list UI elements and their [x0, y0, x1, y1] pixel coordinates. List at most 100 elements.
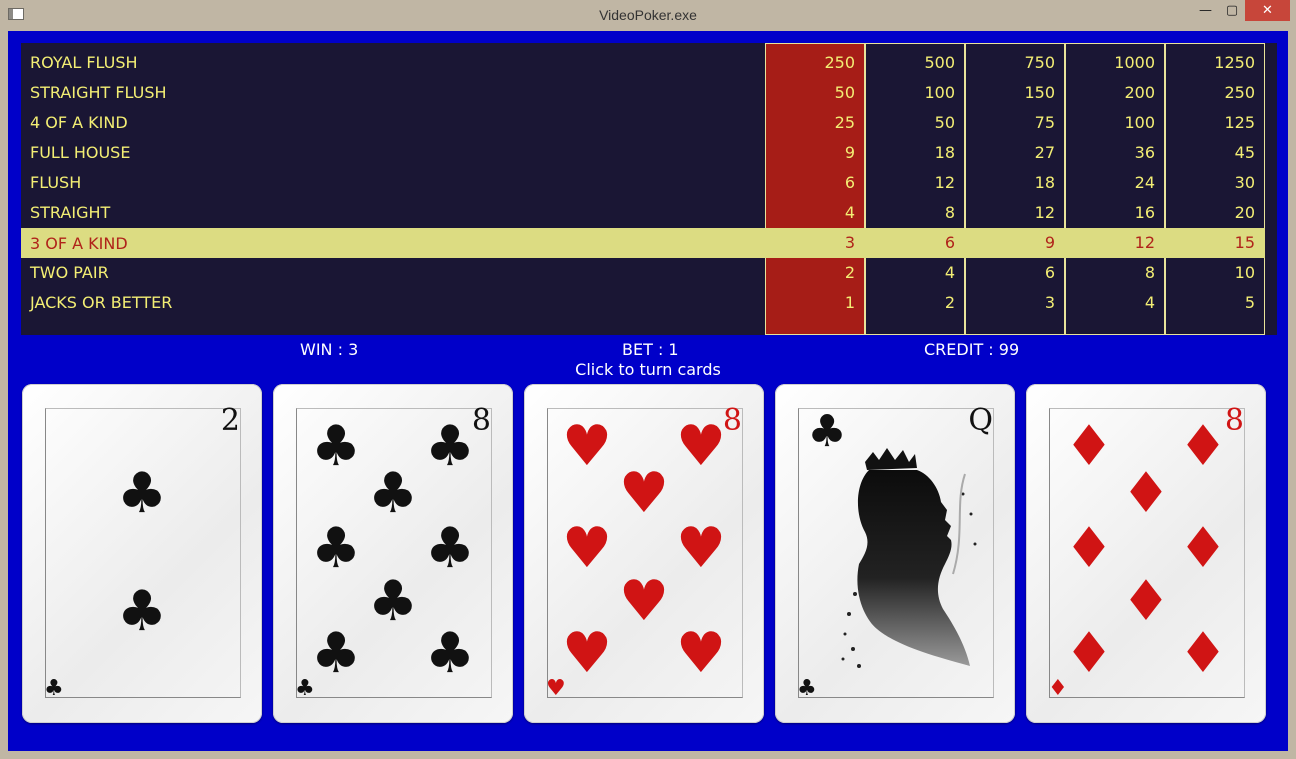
payout-value: 4 [844, 203, 855, 222]
clubs-icon: ♣ [116, 461, 168, 526]
payout-value: 6 [844, 173, 855, 192]
payout-value: 9 [844, 143, 855, 162]
paytable-row: ROYAL FLUSH [21, 47, 1265, 77]
payout-value: 30 [1234, 173, 1255, 192]
diamonds-icon: ♦ [1120, 461, 1172, 526]
hearts-icon: ♥ [675, 516, 727, 581]
payout-value: 9 [1044, 233, 1055, 252]
card-5[interactable]: 8 ♦ ♦ ♦ ♦ ♦ ♦ ♦ ♦ ♦ [1026, 384, 1266, 723]
payout-value: 27 [1034, 143, 1055, 162]
hearts-icon: ♥ [675, 414, 727, 479]
hearts-icon: ♥ [561, 621, 613, 686]
payout-value: 16 [1134, 203, 1155, 222]
payout-value: 100 [924, 83, 955, 102]
payout-value: 6 [944, 233, 955, 252]
payout-value: 12 [934, 173, 955, 192]
hand-name: 4 OF A KIND [30, 113, 128, 132]
payout-value: 2 [944, 293, 955, 312]
card-2[interactable]: 8 ♣ ♣ ♣ ♣ ♣ ♣ ♣ ♣ ♣ [273, 384, 513, 723]
card-1[interactable]: 2 ♣ ♣ ♣ [22, 384, 262, 723]
close-button[interactable]: ✕ [1245, 0, 1290, 21]
hand-name: 3 OF A KIND [30, 234, 128, 253]
game-area: ROYAL FLUSH STRAIGHT FLUSH 4 OF A KIND FULL… [8, 31, 1288, 751]
payout-value: 750 [1024, 53, 1055, 72]
hand-name: STRAIGHT FLUSH [30, 83, 167, 102]
paytable-row: FLUSH [21, 167, 1265, 197]
payout-value: 150 [1024, 83, 1055, 102]
payout-value: 15 [1234, 233, 1255, 252]
payout-value: 25 [834, 113, 855, 132]
payout-value: 4 [1144, 293, 1155, 312]
paytable-row: 3 OF A KIND [21, 228, 1265, 258]
diamonds-icon: ♦ [1063, 414, 1115, 479]
payout-value: 75 [1034, 113, 1055, 132]
win-readout: WIN : 3 [300, 340, 359, 359]
clubs-icon: ♣ [116, 579, 168, 644]
payout-value: 200 [1124, 83, 1155, 102]
maximize-button[interactable]: ▢ [1219, 0, 1245, 21]
credit-readout: CREDIT : 99 [924, 340, 1020, 359]
hearts-icon: ♥ [618, 569, 670, 634]
title-bar[interactable]: VideoPoker.exe — ▢ ✕ [0, 0, 1296, 31]
minimize-button[interactable]: — [1192, 0, 1219, 21]
paytable-row: JACKS OR BETTER [21, 287, 1265, 317]
diamonds-icon: ♦ [1177, 621, 1229, 686]
clubs-icon: ♣ [310, 414, 362, 479]
payout-value: 12 [1034, 203, 1055, 222]
payout-value: 36 [1134, 143, 1155, 162]
payout-value: 45 [1234, 143, 1255, 162]
payout-value: 4 [944, 263, 955, 282]
hearts-icon: ♥ [561, 516, 613, 581]
payout-value: 250 [824, 53, 855, 72]
payout-value: 1000 [1114, 53, 1155, 72]
diamonds-icon: ♦ [1063, 516, 1115, 581]
hand-name: FLUSH [30, 173, 82, 192]
payout-value: 24 [1134, 173, 1155, 192]
app-window: VideoPoker.exe — ▢ ✕ ROYAL FLUSH STRAIGHT… [0, 0, 1296, 759]
payout-value: 2 [844, 263, 855, 282]
clubs-icon: ♣ [44, 676, 64, 701]
diamonds-icon: ♦ [1120, 569, 1172, 634]
payout-value: 20 [1234, 203, 1255, 222]
payout-value: 1250 [1214, 53, 1255, 72]
payout-value: 250 [1224, 83, 1255, 102]
instruction-text: Click to turn cards [575, 360, 721, 379]
payout-value: 6 [1044, 263, 1055, 282]
clubs-icon: ♣ [367, 461, 419, 526]
payout-value: 5 [1244, 293, 1255, 312]
paytable-row: TWO PAIR [21, 257, 1265, 287]
payout-value: 10 [1234, 263, 1255, 282]
window-title: VideoPoker.exe [599, 7, 697, 23]
queen-silhouette-icon [841, 448, 977, 668]
payout-value: 8 [944, 203, 955, 222]
payout-value: 100 [1124, 113, 1155, 132]
clubs-icon: ♣ [367, 569, 419, 634]
hand-name: FULL HOUSE [30, 143, 131, 162]
payout-value: 1 [844, 293, 855, 312]
card-rank: 2 [220, 403, 240, 438]
card-frame [45, 408, 241, 698]
payout-value: 18 [934, 143, 955, 162]
hand-name: TWO PAIR [30, 263, 109, 282]
payout-value: 500 [924, 53, 955, 72]
hearts-icon: ♥ [618, 461, 670, 526]
payout-value: 125 [1224, 113, 1255, 132]
diamonds-icon: ♦ [1063, 621, 1115, 686]
clubs-icon: ♣ [424, 414, 476, 479]
diamonds-icon: ♦ [1177, 516, 1229, 581]
clubs-icon: ♣ [310, 516, 362, 581]
paytable-row: STRAIGHT FLUSH [21, 77, 1265, 107]
bet-readout: BET : 1 [622, 340, 679, 359]
hearts-icon: ♥ [675, 621, 727, 686]
hearts-icon: ♥ [561, 414, 613, 479]
paytable-row: 4 OF A KIND [21, 107, 1265, 137]
card-4[interactable]: Q ♣ ♣ [775, 384, 1015, 723]
hand-name: JACKS OR BETTER [30, 293, 173, 312]
card-3[interactable]: 8 ♥ ♥ ♥ ♥ ♥ ♥ ♥ ♥ ♥ [524, 384, 764, 723]
hand-name: STRAIGHT [30, 203, 111, 222]
payout-value: 8 [1144, 263, 1155, 282]
paytable-row: STRAIGHT [21, 197, 1265, 227]
clubs-icon: ♣ [797, 676, 817, 701]
paytable: ROYAL FLUSH STRAIGHT FLUSH 4 OF A KIND FULL… [21, 43, 1277, 335]
diamonds-icon: ♦ [1177, 414, 1229, 479]
